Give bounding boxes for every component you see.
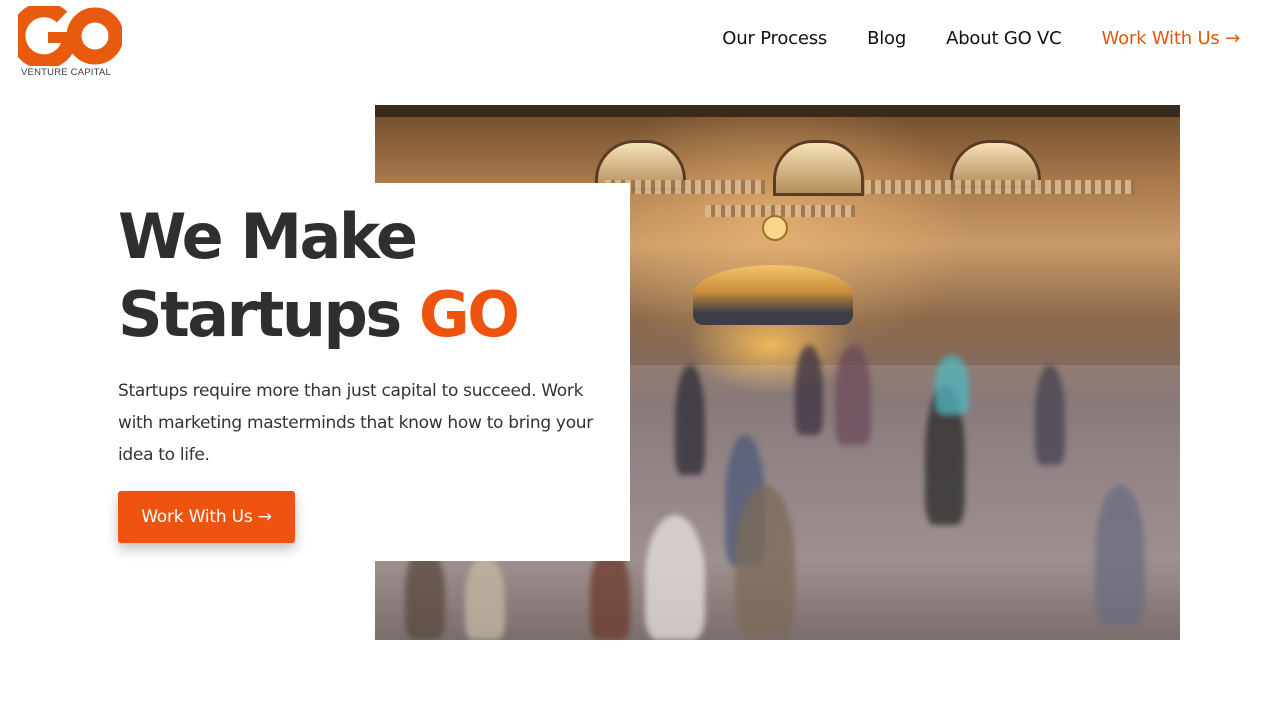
- hero-description: Startups require more than just capital …: [118, 381, 593, 465]
- photo-person: [795, 345, 823, 435]
- photo-person: [1095, 485, 1145, 625]
- photo-person: [835, 345, 871, 445]
- nav-blog[interactable]: Blog: [867, 28, 906, 49]
- photo-window: [773, 140, 864, 196]
- work-with-us-button-label: Work With Us →: [141, 507, 272, 527]
- main-nav: Our Process Blog About GO VC Work With U…: [722, 28, 1240, 49]
- page: GO VENTURE CAPITAL Our Process Blog Abou…: [0, 0, 1280, 720]
- work-with-us-button[interactable]: Work With Us →: [118, 491, 295, 543]
- photo-person: [1035, 365, 1065, 465]
- hero-title: We Make Startups GO: [118, 198, 520, 354]
- photo-person: [935, 355, 969, 415]
- go-logo-icon: GO: [18, 6, 122, 66]
- hero-title-line2: Startups: [118, 278, 419, 351]
- logo-subtitle: VENTURE CAPITAL: [21, 67, 111, 78]
- photo-person: [675, 365, 705, 475]
- photo-person: [645, 515, 705, 640]
- photo-ceiling: [375, 105, 1180, 117]
- photo-person: [735, 485, 795, 635]
- go-vc-logo[interactable]: GO VENTURE CAPITAL: [18, 6, 122, 80]
- photo-clock: [762, 215, 788, 241]
- nav-work-with-us[interactable]: Work With Us →: [1102, 28, 1241, 49]
- hero-title-accent: GO: [418, 278, 520, 351]
- hero-title-line1: We Make: [118, 200, 418, 273]
- photo-info-booth: [693, 265, 853, 325]
- nav-our-process[interactable]: Our Process: [722, 28, 827, 49]
- photo-person: [465, 555, 505, 640]
- photo-balcony: [865, 180, 1135, 194]
- nav-about[interactable]: About GO VC: [946, 28, 1062, 49]
